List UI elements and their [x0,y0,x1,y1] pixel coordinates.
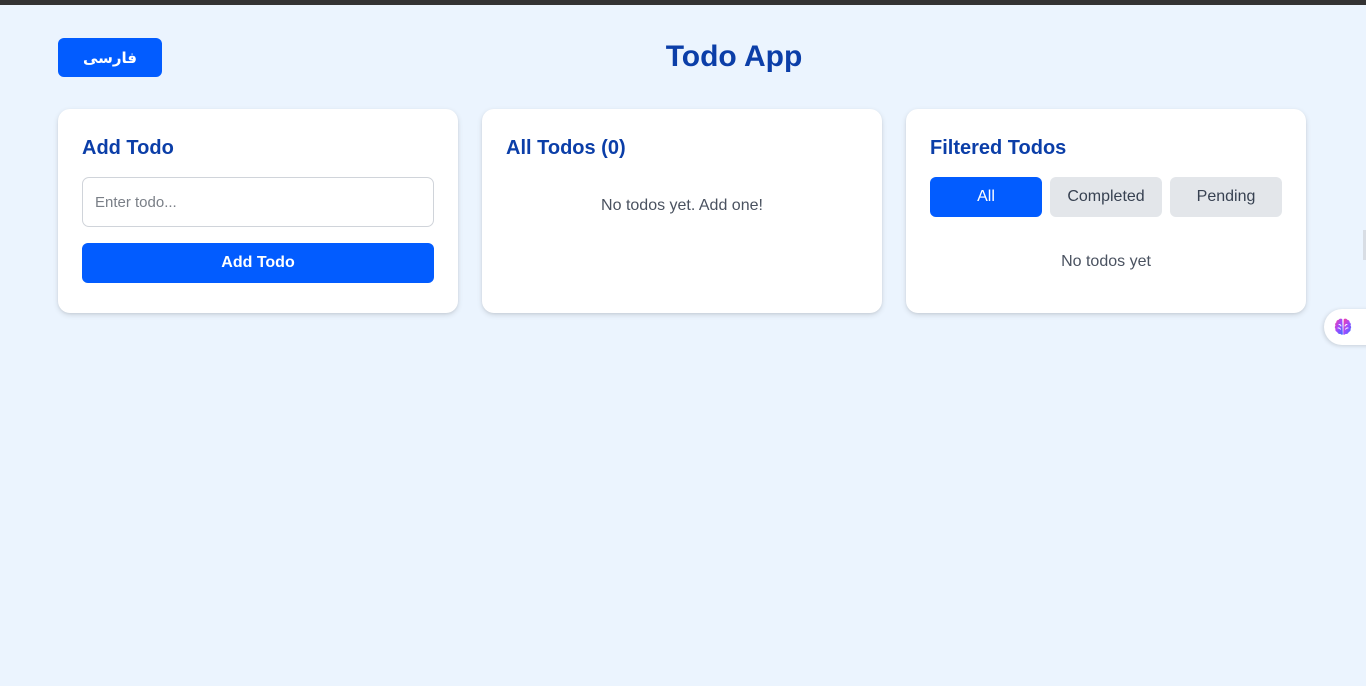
side-widget-tab[interactable] [1324,309,1366,345]
filter-all-button[interactable]: All [930,177,1042,217]
filter-completed-button[interactable]: Completed [1050,177,1162,217]
page-title: Todo App [665,40,803,73]
add-todo-heading: Add Todo [82,137,174,159]
window-top-bar [0,0,1366,5]
all-todos-heading: All Todos (0) [506,137,626,159]
filter-pending-button[interactable]: Pending [1170,177,1282,217]
all-todos-empty-message: No todos yet. Add one! [601,197,763,214]
filtered-todos-card: Filtered Todos All Completed Pending No … [906,109,1306,313]
brain-icon [1334,318,1352,335]
add-todo-card: Add Todo Add Todo [58,109,458,313]
filtered-todos-heading: Filtered Todos [930,137,1067,159]
filtered-todos-empty-message: No todos yet [1061,253,1151,270]
todo-input[interactable] [82,177,434,227]
filter-tabs: All Completed Pending [930,177,1282,217]
add-todo-button[interactable]: Add Todo [82,243,434,283]
all-todos-card: All Todos (0) No todos yet. Add one! [482,109,882,313]
